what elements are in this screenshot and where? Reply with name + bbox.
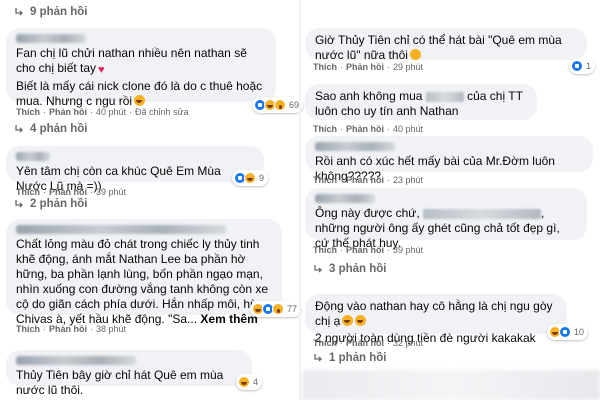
like-button[interactable]: Thích	[16, 187, 40, 197]
comment-text: Ông này được chứ,	[315, 206, 420, 220]
reaction-count: 69	[289, 100, 300, 110]
see-more-link[interactable]: Xem thêm	[200, 312, 257, 326]
comment-time[interactable]: 39 phút	[393, 245, 423, 255]
comment-time[interactable]: 23 phút	[393, 175, 423, 185]
view-replies-link[interactable]: 4 phản hồi	[14, 123, 88, 135]
laughing-emoji-icon	[342, 315, 354, 326]
like-button[interactable]: Thích	[313, 245, 337, 255]
like-button[interactable]: Thích	[313, 124, 337, 134]
comment-time[interactable]: 40 phút	[393, 124, 423, 134]
reply-button[interactable]: Phản hồi	[346, 62, 384, 72]
reply-button[interactable]: Phản hồi	[49, 187, 87, 197]
reply-arrow-icon	[15, 8, 23, 16]
comment-time[interactable]: 39 phút	[96, 187, 126, 197]
reaction-count: 1	[586, 61, 592, 71]
commenter-name-blurred	[315, 194, 375, 203]
comment-bubble: Rồi anh có xúc hết mấy bài của Mr.Đờm lu…	[305, 136, 593, 183]
commenter-name-blurred	[315, 142, 395, 151]
reply-button[interactable]: Phản hồi	[346, 245, 384, 255]
comment-bubble: Fan chị lũ chửi nathan nhiều nên nathan …	[6, 28, 276, 108]
reaction-summary[interactable]: 69	[252, 97, 304, 113]
blurred-area	[302, 370, 600, 400]
censored-text	[425, 91, 464, 102]
reply-button[interactable]: Phản hồi	[49, 107, 87, 117]
like-button[interactable]: Thích	[313, 62, 337, 72]
reaction-count: 10	[574, 327, 585, 337]
like-button[interactable]: Thích	[313, 175, 337, 185]
like-button[interactable]: Thích	[16, 324, 40, 334]
comment-actions: Thích · Phản hồi · 32 phút	[313, 338, 424, 348]
like-reaction-icon	[559, 326, 571, 338]
right-comment-column: Giờ Thủy Tiên chỉ có thể hát bài "Quê em…	[301, 0, 600, 400]
reaction-count: 9	[259, 173, 265, 183]
wow-reaction-icon	[272, 303, 284, 315]
comment-time[interactable]: 32 phút	[393, 338, 423, 348]
commenter-name-blurred	[16, 356, 136, 365]
comment-time[interactable]: 38 phút	[96, 324, 126, 334]
comment-time[interactable]: 40 phút	[96, 107, 126, 117]
comment-bubble: Sao anh không mua của chị TT luôn cho uy…	[305, 84, 537, 120]
reaction-summary[interactable]: 9	[232, 170, 269, 186]
reply-arrow-icon	[314, 265, 322, 273]
comment-bubble: Yên tâm chị còn ca khúc Quê Em Mùa Nước …	[6, 146, 264, 193]
commenter-name-blurred	[16, 152, 50, 161]
comment-actions: Thích · Phản hồi · 23 phút	[313, 175, 424, 185]
comment-actions: Thích · Phản hồi · 38 phút	[16, 324, 127, 334]
comment-text: Thủy Tiên bây giờ chỉ hát Quê em mùa nướ…	[16, 368, 224, 397]
view-replies-link[interactable]: 3 phản hồi	[313, 263, 387, 275]
reaction-count: 4	[253, 377, 259, 387]
censored-text	[423, 208, 541, 219]
reply-button[interactable]: Phản hồi	[346, 124, 384, 134]
commenter-name-blurred	[16, 225, 226, 234]
comment-actions: Thích · Phản hồi · 29 phút	[313, 62, 424, 72]
reply-button[interactable]: Phản hồi	[346, 338, 384, 348]
like-reaction-icon	[571, 60, 583, 72]
comment-text: Fan chị lũ chửi nathan nhiều nên nathan …	[16, 46, 247, 75]
comment-actions: Thích · Phản hồi · 39 phút	[313, 245, 424, 255]
comment-text: Sao anh không mua	[315, 89, 423, 103]
reaction-summary[interactable]: 1	[569, 58, 596, 74]
like-button[interactable]: Thích	[313, 338, 337, 348]
comment-actions: Thích · Phản hồi · 40 phút	[313, 124, 424, 134]
view-replies-link[interactable]: 1 phản hồi	[313, 352, 387, 364]
reply-button[interactable]: Phản hồi	[49, 324, 87, 334]
edited-label: Đã chỉnh sửa	[135, 107, 189, 117]
reaction-summary[interactable]: 77	[250, 301, 302, 317]
reply-button[interactable]: Phản hồi	[346, 175, 384, 185]
comment-time[interactable]: 29 phút	[393, 62, 423, 72]
reaction-count: 77	[287, 304, 298, 314]
comment-text: Giờ Thủy Tiên chỉ có thể hát bài "Quê em…	[315, 33, 562, 62]
reply-arrow-icon	[15, 125, 23, 133]
like-button[interactable]: Thích	[16, 107, 40, 117]
comment-bubble: Chất lỏng màu đỏ chát trong chiếc ly thủ…	[6, 219, 282, 326]
laughing-emoji-icon	[134, 95, 146, 106]
view-replies-link[interactable]: 9 phản hồi	[14, 6, 88, 18]
haha-reaction-icon	[244, 172, 256, 184]
haha-reaction-icon	[238, 376, 250, 388]
comment-actions: Thích · Phản hồi · 40 phút · Đã chỉnh sửa	[16, 107, 189, 117]
comment-bubble: Thủy Tiên bây giờ chỉ hát Quê em mùa nướ…	[6, 350, 252, 397]
reaction-summary[interactable]: 10	[547, 324, 589, 340]
comment-bubble: Động vào nathan hay cô hằng là chị ngu g…	[305, 294, 567, 345]
comment-actions: Thích · Phản hồi · 39 phút	[16, 187, 127, 197]
heart-emoji-icon	[98, 65, 105, 76]
comment-bubble: Giờ Thủy Tiên chỉ có thể hát bài "Quê em…	[305, 28, 587, 62]
left-comment-column: 9 phản hồi Fan chị lũ chửi nathan nhiều …	[0, 0, 304, 400]
view-replies-link[interactable]: 2 phản hồi	[14, 198, 88, 210]
smile-emoji-icon	[409, 49, 421, 60]
wow-reaction-icon	[274, 99, 286, 111]
reply-arrow-icon	[314, 354, 322, 362]
laughing-emoji-icon	[355, 315, 367, 326]
reply-arrow-icon	[15, 200, 23, 208]
reaction-summary[interactable]: 4	[236, 374, 263, 390]
comment-bubble: Ông này được chứ, , những người ông ấy g…	[305, 188, 587, 250]
commenter-name-blurred	[16, 34, 86, 43]
